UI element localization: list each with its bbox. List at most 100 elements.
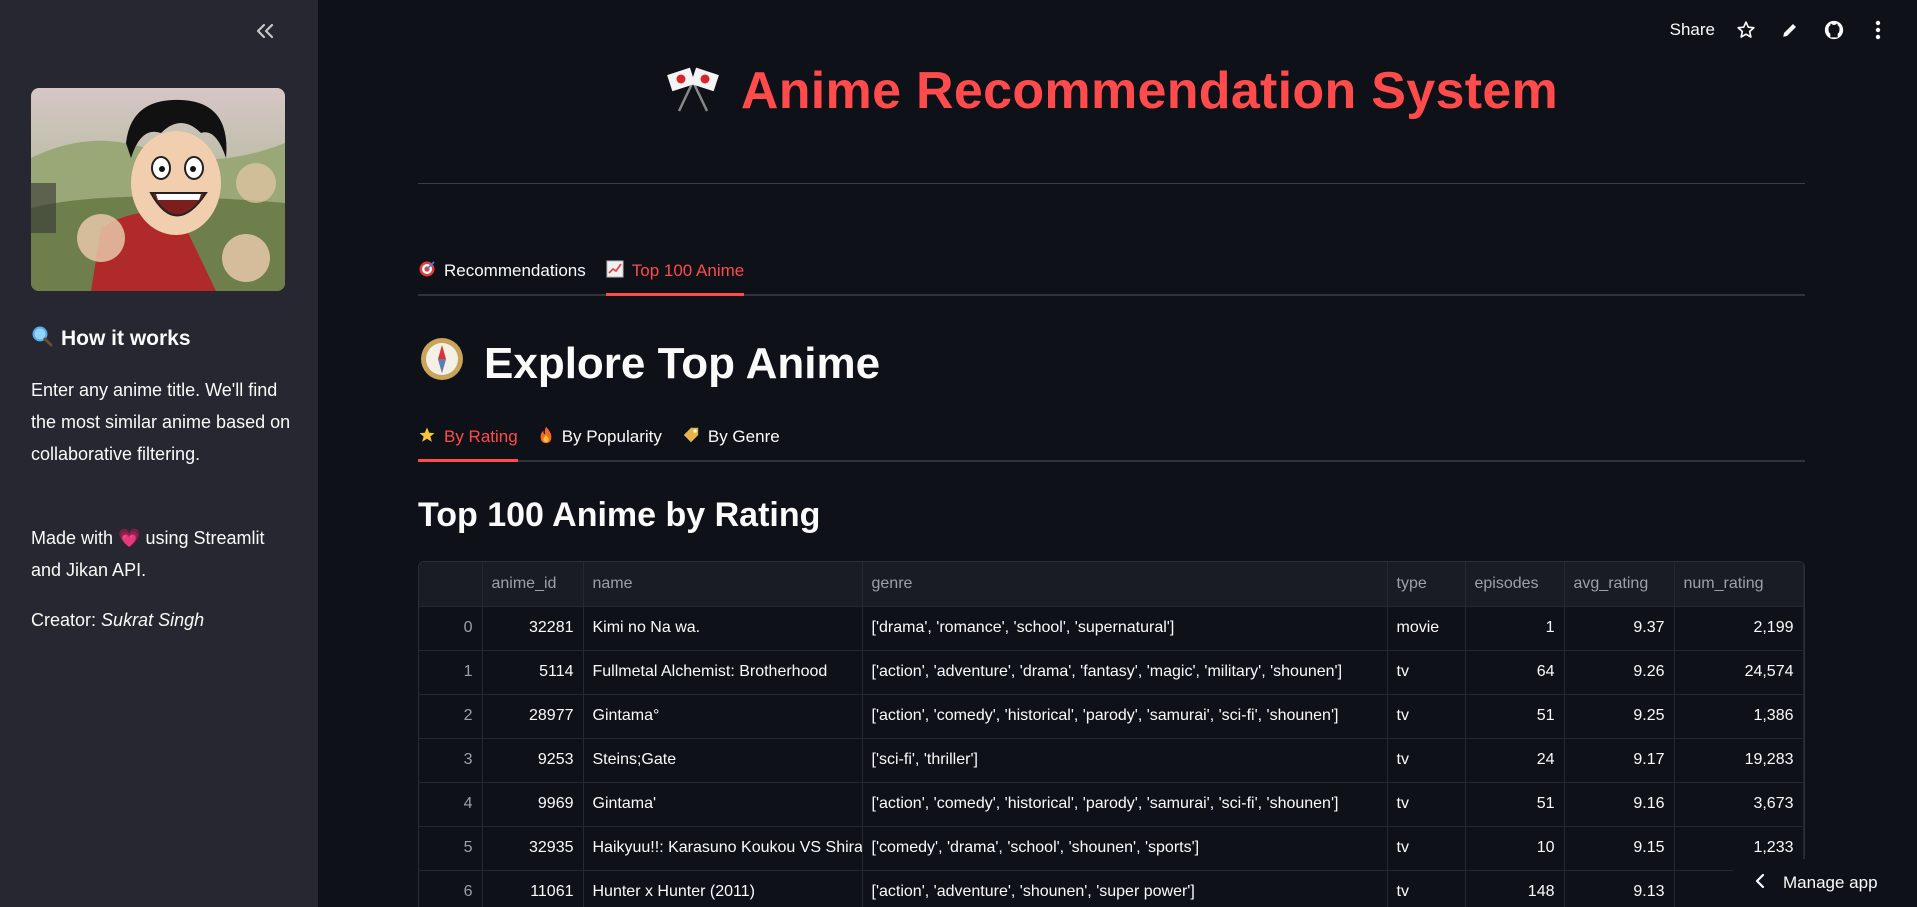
main-tabs: Recommendations Top 100 Anime <box>418 248 1805 296</box>
divider <box>418 183 1805 184</box>
cell-name[interactable]: Kimi no Na wa. <box>583 606 863 651</box>
github-icon[interactable] <box>1821 17 1847 43</box>
cell-type[interactable]: tv <box>1387 738 1466 783</box>
cell-name[interactable]: Steins;Gate <box>583 738 863 783</box>
cell-episodes[interactable]: 51 <box>1465 782 1565 827</box>
magnifier-icon <box>31 325 53 353</box>
cell-name[interactable]: Haikyuu!!: Karasuno Koukou VS Shira <box>583 826 863 871</box>
cell-avg-rating[interactable]: 9.15 <box>1564 826 1675 871</box>
made-with-text: Made with 💗 using Streamlit and Jikan AP… <box>31 528 265 580</box>
cell-episodes[interactable]: 148 <box>1465 870 1565 907</box>
cell-genre[interactable]: ['action', 'comedy', 'historical', 'paro… <box>862 694 1388 739</box>
cell-anime-id[interactable]: 9969 <box>482 782 584 827</box>
cell-genre[interactable]: ['sci-fi', 'thriller'] <box>862 738 1388 783</box>
table-row: 5 32935 Haikyuu!!: Karasuno Koukou VS Sh… <box>419 826 1804 871</box>
table-row: 6 11061 Hunter x Hunter (2011) ['action'… <box>419 870 1804 907</box>
section-title: Explore Top Anime <box>418 334 880 394</box>
more-vertical-icon[interactable] <box>1865 17 1891 43</box>
column-header-episodes[interactable]: episodes <box>1465 562 1565 607</box>
cell-genre[interactable]: ['comedy', 'drama', 'school', 'shounen',… <box>862 826 1388 871</box>
fire-icon <box>538 426 554 449</box>
share-button[interactable]: Share <box>1670 20 1715 40</box>
chevron-left-icon <box>1755 873 1765 894</box>
cell-name[interactable]: Fullmetal Alchemist: Brotherhood <box>583 650 863 695</box>
creator-credit: Creator: Sukrat Singh <box>31 610 205 630</box>
cell-type[interactable]: tv <box>1387 650 1466 695</box>
tab-recommendations[interactable]: Recommendations <box>418 248 586 294</box>
cell-episodes[interactable]: 24 <box>1465 738 1565 783</box>
cell-genre[interactable]: ['action', 'comedy', 'historical', 'paro… <box>862 782 1388 827</box>
chart-icon <box>606 260 624 283</box>
table-title: Top 100 Anime by Rating <box>418 496 821 534</box>
cell-genre[interactable]: ['drama', 'romance', 'school', 'supernat… <box>862 606 1388 651</box>
table-row: 2 28977 Gintama° ['action', 'comedy', 'h… <box>419 694 1804 739</box>
table-row: 0 32281 Kimi no Na wa. ['drama', 'romanc… <box>419 606 1804 651</box>
column-header-num-rating[interactable]: num_rating <box>1674 562 1804 607</box>
cell-num-rating[interactable]: 1,386 <box>1674 694 1804 739</box>
tag-icon <box>682 426 700 449</box>
cell-avg-rating[interactable]: 9.26 <box>1564 650 1675 695</box>
row-index: 5 <box>419 826 483 871</box>
tab-by-genre[interactable]: By Genre <box>682 414 780 460</box>
double-chevron-left-icon <box>256 23 274 39</box>
cell-genre[interactable]: ['action', 'adventure', 'drama', 'fantas… <box>862 650 1388 695</box>
page-title: Anime Recommendation System <box>418 58 1805 124</box>
target-icon <box>418 260 436 283</box>
cell-genre[interactable]: ['action', 'adventure', 'shounen', 'supe… <box>862 870 1388 907</box>
tab-by-rating[interactable]: By Rating <box>418 414 518 462</box>
row-index: 1 <box>419 650 483 695</box>
cell-anime-id[interactable]: 11061 <box>482 870 584 907</box>
row-index: 4 <box>419 782 483 827</box>
crossed-flags-icon <box>665 65 721 118</box>
cell-num-rating[interactable]: 19,283 <box>1674 738 1804 783</box>
cell-num-rating[interactable]: 24,574 <box>1674 650 1804 695</box>
how-it-works-heading: How it works <box>31 325 191 353</box>
tab-top-100-anime[interactable]: Top 100 Anime <box>605 248 745 296</box>
star-icon <box>418 426 436 449</box>
tab-by-popularity[interactable]: By Popularity <box>538 414 662 460</box>
cell-avg-rating[interactable]: 9.16 <box>1564 782 1675 827</box>
cell-episodes[interactable]: 51 <box>1465 694 1565 739</box>
anime-data-table[interactable]: anime_id name genre type episodes avg_ra… <box>418 561 1805 907</box>
sub-tabs: By Rating By Popularity By Genre <box>418 414 1805 462</box>
cell-anime-id[interactable]: 5114 <box>482 650 584 695</box>
manage-app-button[interactable]: Manage app <box>1733 859 1917 907</box>
cell-type[interactable]: tv <box>1387 870 1466 907</box>
pencil-icon[interactable] <box>1777 17 1803 43</box>
cell-avg-rating[interactable]: 9.37 <box>1564 606 1675 651</box>
row-index: 2 <box>419 694 483 739</box>
column-header-avg-rating[interactable]: avg_rating <box>1564 562 1675 607</box>
cell-name[interactable]: Hunter x Hunter (2011) <box>583 870 863 907</box>
column-header-type[interactable]: type <box>1387 562 1466 607</box>
collapse-sidebar-button[interactable] <box>250 18 280 44</box>
row-index: 6 <box>419 870 483 907</box>
cell-type[interactable]: tv <box>1387 782 1466 827</box>
cell-avg-rating[interactable]: 9.25 <box>1564 694 1675 739</box>
cell-episodes[interactable]: 1 <box>1465 606 1565 651</box>
column-header-genre[interactable]: genre <box>862 562 1388 607</box>
cell-episodes[interactable]: 10 <box>1465 826 1565 871</box>
cell-anime-id[interactable]: 32935 <box>482 826 584 871</box>
cell-anime-id[interactable]: 32281 <box>482 606 584 651</box>
column-header-index[interactable] <box>419 562 483 607</box>
cell-num-rating[interactable]: 3,673 <box>1674 782 1804 827</box>
star-icon[interactable] <box>1733 17 1759 43</box>
column-header-name[interactable]: name <box>583 562 863 607</box>
cell-avg-rating[interactable]: 9.13 <box>1564 870 1675 907</box>
column-header-anime-id[interactable]: anime_id <box>482 562 584 607</box>
table-row: 1 5114 Fullmetal Alchemist: Brotherhood … <box>419 650 1804 695</box>
table-header-row: anime_id name genre type episodes avg_ra… <box>419 562 1804 607</box>
cell-anime-id[interactable]: 9253 <box>482 738 584 783</box>
row-index: 0 <box>419 606 483 651</box>
header-toolbar: Share <box>1670 14 1917 46</box>
cell-type[interactable]: tv <box>1387 694 1466 739</box>
cell-name[interactable]: Gintama' <box>583 782 863 827</box>
cell-type[interactable]: tv <box>1387 826 1466 871</box>
cell-episodes[interactable]: 64 <box>1465 650 1565 695</box>
cell-num-rating[interactable]: 2,199 <box>1674 606 1804 651</box>
cell-avg-rating[interactable]: 9.17 <box>1564 738 1675 783</box>
sidebar: How it works Enter any anime title. We'l… <box>0 0 318 907</box>
cell-name[interactable]: Gintama° <box>583 694 863 739</box>
cell-type[interactable]: movie <box>1387 606 1466 651</box>
cell-anime-id[interactable]: 28977 <box>482 694 584 739</box>
